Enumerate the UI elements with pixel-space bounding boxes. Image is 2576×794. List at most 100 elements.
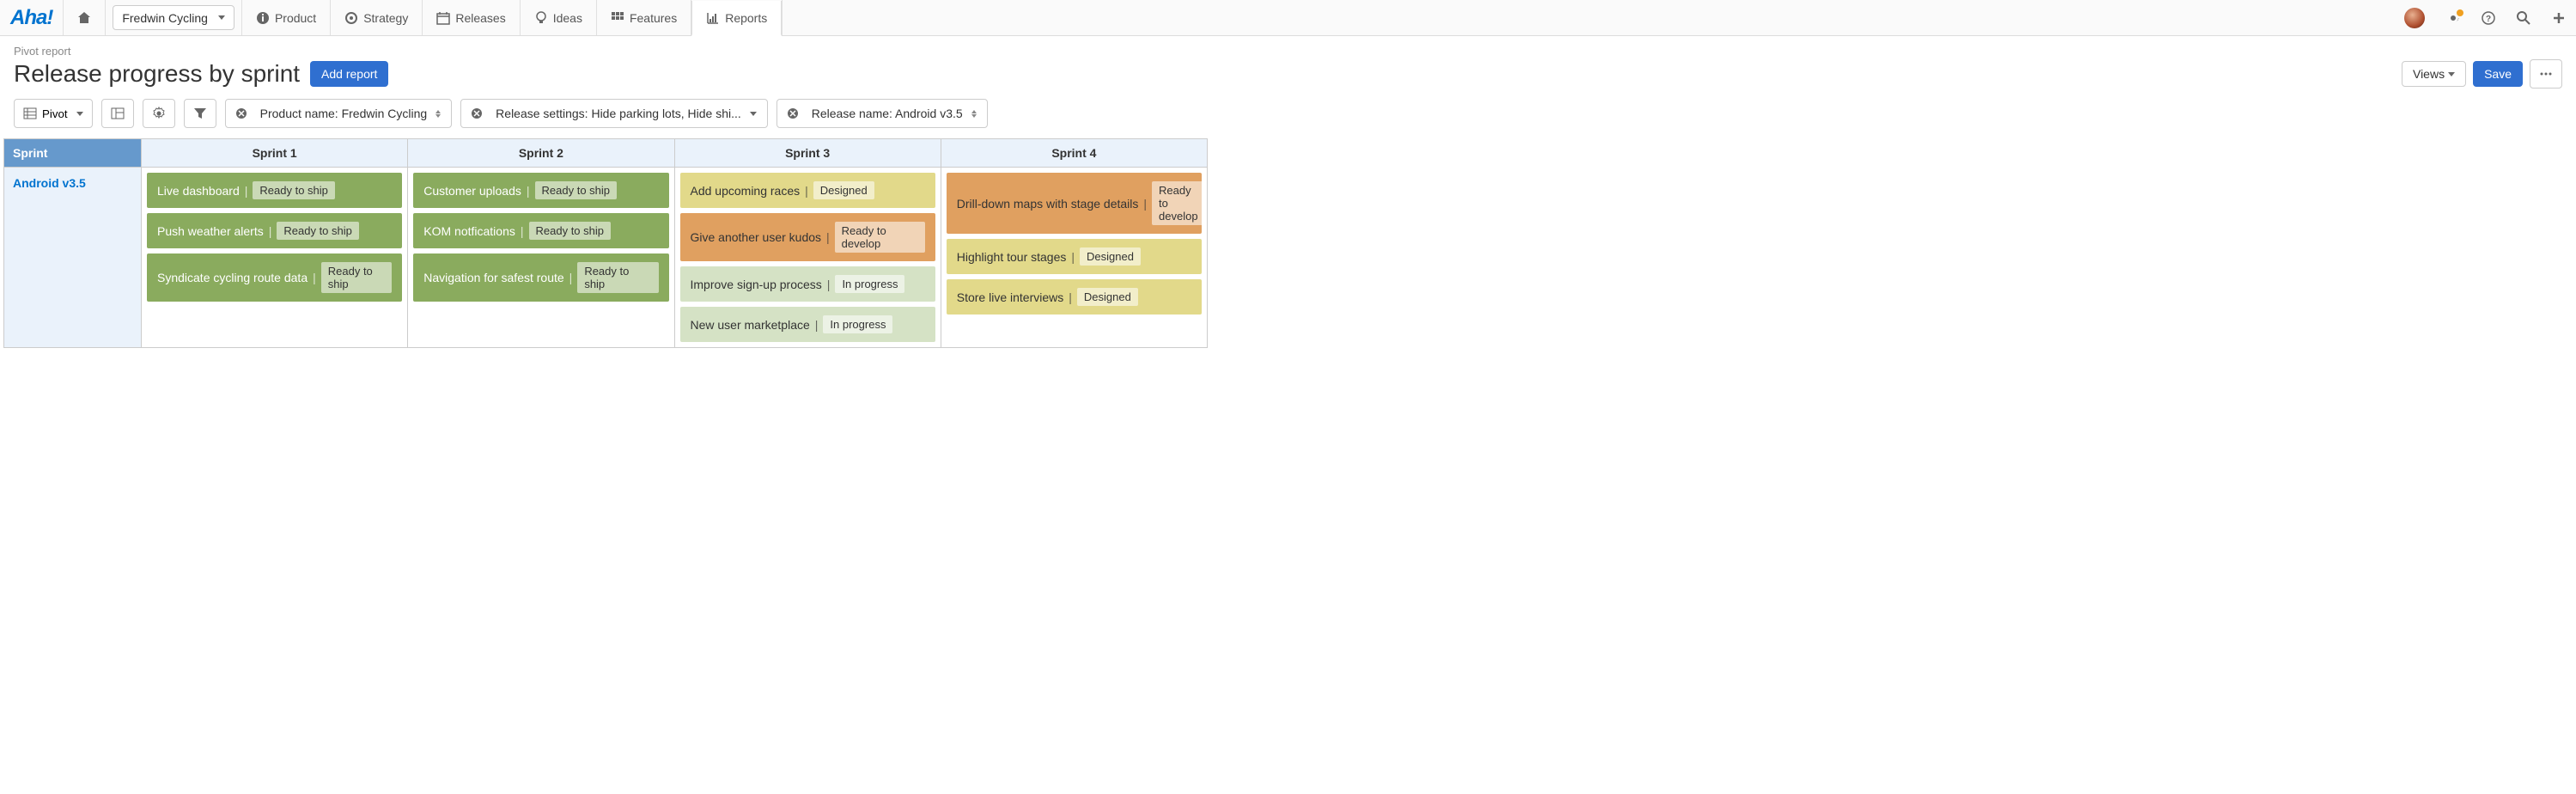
column-header[interactable]: Sprint 1 [142, 139, 408, 168]
status-badge: Ready to ship [253, 181, 335, 199]
pivot-table-wrap: Sprint Sprint 1 Sprint 2 Sprint 3 Sprint… [0, 138, 1211, 348]
plus-icon [2552, 11, 2566, 25]
filter-button[interactable] [184, 99, 216, 128]
feature-title: Push weather alerts [157, 224, 264, 238]
sort-icon [971, 110, 977, 118]
feature-title: Improve sign-up process [691, 278, 822, 291]
add-report-button[interactable]: Add report [310, 61, 388, 87]
chart-icon [706, 11, 720, 25]
feature-title: Live dashboard [157, 184, 240, 198]
caret-down-icon [750, 112, 757, 116]
calendar-icon [436, 11, 450, 25]
pivot-cell: Add upcoming races|Designed Give another … [674, 168, 941, 348]
nav-features[interactable]: Features [597, 0, 691, 35]
close-circle-icon [786, 107, 800, 120]
pivot-cell: Drill-down maps with stage details|Ready… [941, 168, 1207, 348]
report-type-selector[interactable]: Pivot [14, 99, 93, 128]
info-icon [256, 11, 270, 25]
status-badge: Ready to develop [835, 222, 925, 253]
settings-menu[interactable] [2436, 11, 2470, 25]
status-badge: Ready to ship [577, 262, 658, 293]
feature-title: Navigation for safest route [423, 271, 563, 284]
feature-title: KOM notfications [423, 224, 515, 238]
feature-card[interactable]: Drill-down maps with stage details|Ready… [947, 173, 1202, 234]
pivot-row: Android v3.5 Live dashboard|Ready to ship… [4, 168, 1208, 348]
feature-title: New user marketplace [691, 318, 810, 332]
add-menu[interactable] [2542, 11, 2576, 25]
target-icon [344, 11, 358, 25]
save-button[interactable]: Save [2473, 61, 2523, 87]
caret-down-icon [218, 15, 225, 20]
status-badge: Designed [1077, 288, 1138, 306]
feature-card[interactable]: Store live interviews|Designed [947, 279, 1202, 315]
nav-reports[interactable]: Reports [691, 1, 782, 36]
remove-filter-button[interactable] [461, 107, 492, 120]
column-header[interactable]: Sprint 2 [408, 139, 674, 168]
more-actions-button[interactable] [2530, 59, 2562, 89]
search-button[interactable] [2506, 11, 2541, 25]
feature-title: Store live interviews [957, 290, 1064, 304]
top-nav: Aha! Fredwin Cycling Product Strategy Re… [0, 0, 2576, 36]
feature-card[interactable]: Customer uploads|Ready to ship [413, 173, 668, 208]
release-link[interactable]: Android v3.5 [13, 176, 86, 190]
row-header: Android v3.5 [4, 168, 142, 348]
workspace-selector[interactable]: Fredwin Cycling [113, 5, 234, 30]
feature-title: Syndicate cycling route data [157, 271, 308, 284]
feature-card[interactable]: Add upcoming races|Designed [680, 173, 935, 208]
ellipsis-icon [2539, 67, 2553, 81]
nav-product[interactable]: Product [242, 0, 330, 35]
filter-label: Product name: Fredwin Cycling [260, 107, 428, 120]
settings-button[interactable] [143, 99, 175, 128]
feature-title: Drill-down maps with stage details [957, 197, 1139, 211]
gear-icon [2446, 11, 2460, 25]
pivot-cell: Live dashboard|Ready to ship Push weather… [142, 168, 408, 348]
filter-product[interactable]: Product name: Fredwin Cycling [225, 99, 453, 128]
filter-release-settings[interactable]: Release settings: Hide parking lots, Hid… [460, 99, 768, 128]
home-icon [77, 11, 91, 25]
feature-card[interactable]: New user marketplace|In progress [680, 307, 935, 342]
feature-card[interactable]: Live dashboard|Ready to ship [147, 173, 402, 208]
help-menu[interactable]: ? [2471, 11, 2506, 25]
feature-card[interactable]: Navigation for safest route|Ready to shi… [413, 253, 668, 302]
feature-card[interactable]: Push weather alerts|Ready to ship [147, 213, 402, 248]
filter-release-name[interactable]: Release name: Android v3.5 [776, 99, 988, 128]
feature-title: Highlight tour stages [957, 250, 1067, 264]
nav-ideas[interactable]: Ideas [521, 0, 596, 35]
workspace-name: Fredwin Cycling [122, 11, 208, 25]
views-dropdown[interactable]: Views [2402, 61, 2466, 87]
home-nav[interactable] [64, 0, 105, 35]
toolbar: Pivot Product name: Fredwin Cycling Rele… [0, 94, 2576, 138]
pivot-cell: Customer uploads|Ready to ship KOM notfic… [408, 168, 674, 348]
status-badge: Ready to ship [529, 222, 612, 240]
brand-logo[interactable]: Aha! [0, 0, 63, 35]
remove-filter-button[interactable] [226, 107, 257, 120]
column-header[interactable]: Sprint 4 [941, 139, 1207, 168]
help-icon: ? [2482, 11, 2495, 25]
feature-card[interactable]: Syndicate cycling route data|Ready to sh… [147, 253, 402, 302]
feature-title: Give another user kudos [691, 230, 822, 244]
nav-releases[interactable]: Releases [423, 0, 519, 35]
filter-label: Release name: Android v3.5 [812, 107, 963, 120]
status-badge: Designed [813, 181, 874, 199]
user-menu[interactable] [2394, 8, 2435, 28]
page-header: Pivot report Release progress by sprint … [0, 36, 2576, 94]
status-badge: Ready to develop [1152, 181, 1205, 225]
status-badge: In progress [835, 275, 904, 293]
status-badge: Ready to ship [277, 222, 359, 240]
pivot-header-row: Sprint Sprint 1 Sprint 2 Sprint 3 Sprint… [4, 139, 1208, 168]
layout-button[interactable] [101, 99, 134, 128]
filter-icon [193, 107, 207, 120]
feature-card[interactable]: Highlight tour stages|Designed [947, 239, 1202, 274]
feature-card[interactable]: Give another user kudos|Ready to develop [680, 213, 935, 261]
feature-card[interactable]: KOM notfications|Ready to ship [413, 213, 668, 248]
pivot-table: Sprint Sprint 1 Sprint 2 Sprint 3 Sprint… [3, 138, 1208, 348]
column-header[interactable]: Sprint 3 [674, 139, 941, 168]
feature-card[interactable]: Improve sign-up process|In progress [680, 266, 935, 302]
status-badge: Ready to ship [535, 181, 618, 199]
remove-filter-button[interactable] [777, 107, 808, 120]
nav-strategy[interactable]: Strategy [331, 0, 422, 35]
breadcrumb: Pivot report [14, 45, 2562, 58]
table-icon [23, 107, 37, 120]
gear-icon [152, 107, 166, 120]
notification-dot [2457, 9, 2463, 16]
